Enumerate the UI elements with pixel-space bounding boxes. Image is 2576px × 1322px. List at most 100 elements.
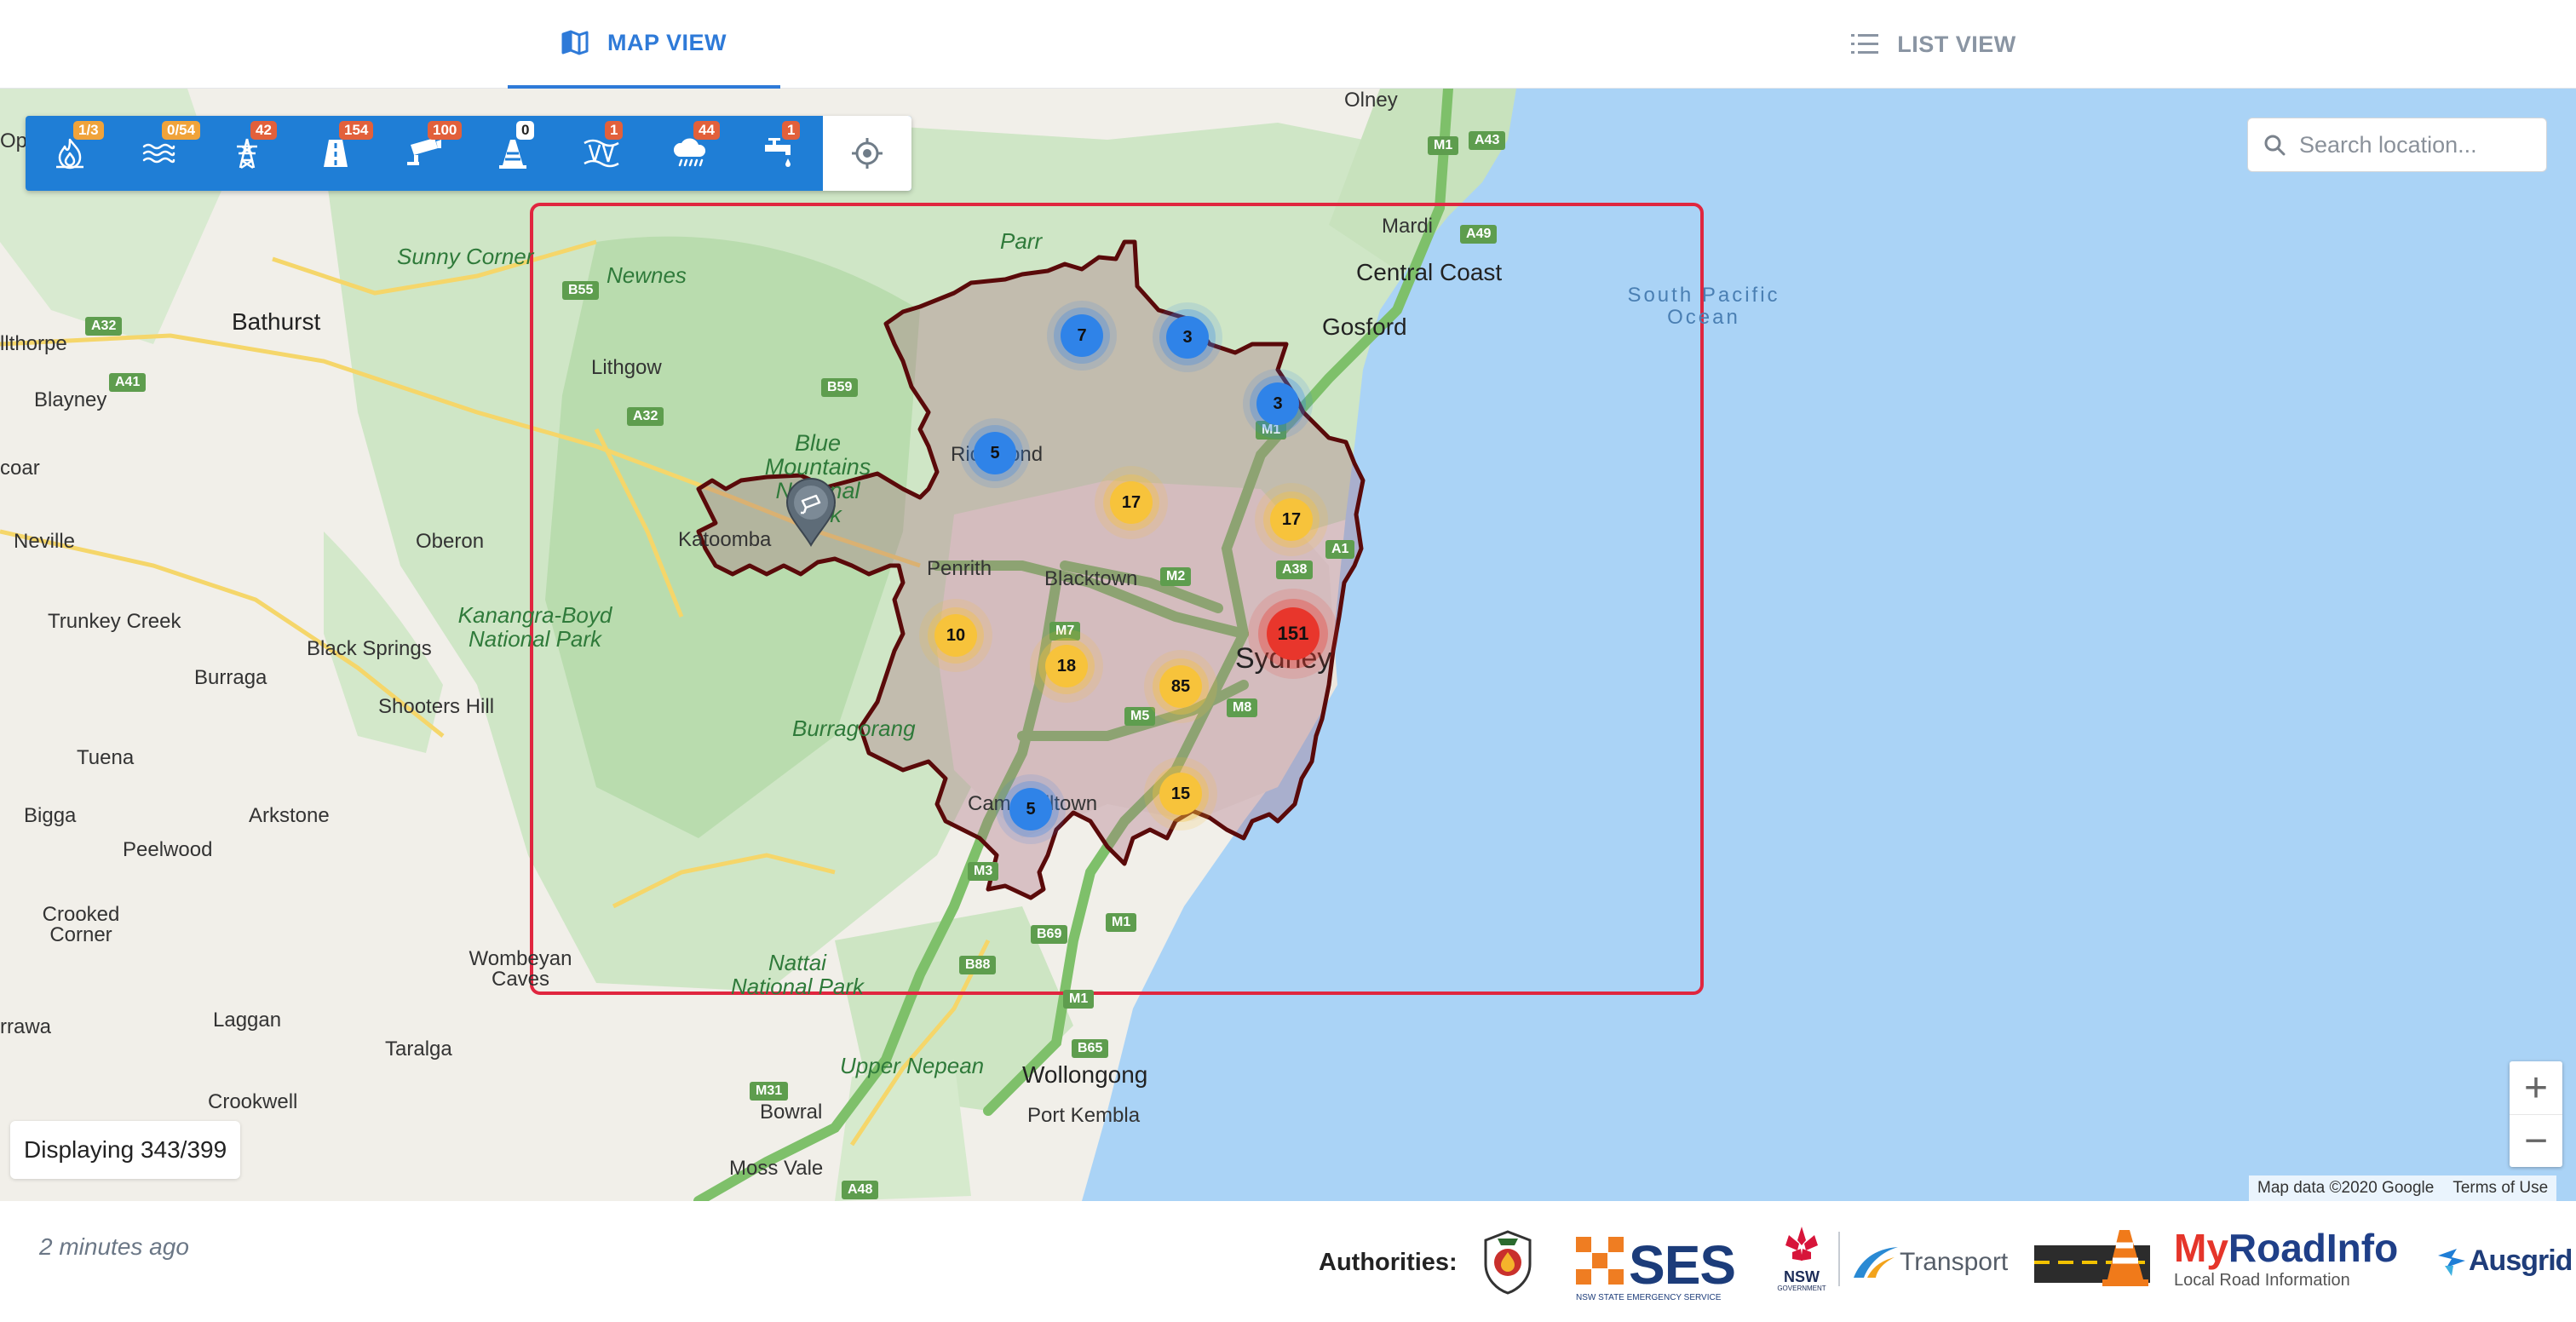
place-crooked-corner: Crooked Corner [42, 903, 120, 946]
filter-power-outage[interactable]: 42 [203, 116, 291, 191]
zoom-out-button[interactable]: − [2510, 1114, 2562, 1167]
location-search[interactable] [2247, 118, 2547, 172]
weather-warning-icon [673, 138, 706, 167]
incident-cluster[interactable]: 5 [974, 432, 1016, 474]
incident-cluster[interactable]: 17 [1110, 481, 1153, 524]
locate-me-button[interactable] [823, 116, 911, 191]
power-outage-icon [237, 138, 257, 170]
place-moss-vale: Moss Vale [729, 1157, 824, 1180]
rfs-logo [1481, 1230, 1535, 1295]
place-wombeyan-caves: Wombeyan Caves [469, 947, 572, 991]
place-gosford: Gosford [1322, 313, 1407, 340]
list-icon [1851, 33, 1879, 55]
road-shield: A32 [627, 407, 664, 426]
place-kanangra-boyd: Kanangra-Boyd National Park [457, 602, 612, 652]
filter-traffic-camera[interactable]: 100 [380, 116, 469, 191]
search-icon [2264, 135, 2286, 156]
filter-count-badge: 100 [428, 121, 463, 140]
incident-cluster[interactable]: 15 [1159, 773, 1202, 815]
filter-count-badge: 1/3 [73, 121, 104, 140]
road-shield: B69 [1031, 925, 1068, 944]
place-oberon: Oberon [416, 530, 485, 553]
place-upper-nepean: Upper Nepean [840, 1053, 985, 1078]
tab-map-view[interactable]: MAP VIEW [508, 0, 780, 89]
map-canvas[interactable]: Sunny Corner Bathurst llthorpe Blayney c… [0, 89, 2576, 1201]
filter-roadwork[interactable]: 0 [469, 116, 557, 191]
road-shield: A43 [1469, 131, 1506, 150]
place-trunkey-creek: Trunkey Creek [48, 610, 181, 633]
nsw-wordmark: NSW [1784, 1268, 1820, 1285]
incident-cluster[interactable]: 17 [1270, 498, 1313, 541]
filter-tsunami[interactable]: 1 [557, 116, 646, 191]
place-coar: coar [0, 457, 40, 480]
incident-cluster[interactable]: 18 [1045, 645, 1088, 687]
tsunami-icon [584, 139, 619, 168]
place-bowral: Bowral [760, 1101, 823, 1124]
place-sunny-corner: Sunny Corner [397, 244, 534, 269]
roadwork-cone-icon [499, 140, 526, 169]
road-closure-icon [324, 140, 348, 167]
last-updated: 2 minutes ago [39, 1233, 189, 1260]
road-shield: B88 [959, 956, 997, 974]
tab-list-view-label: LIST VIEW [1897, 31, 2016, 57]
place-olney: Olney [1344, 89, 1398, 112]
displaying-count: Displaying 343/399 [10, 1121, 241, 1179]
incident-cluster[interactable]: 7 [1061, 314, 1103, 357]
road-cone-icon [2034, 1230, 2150, 1286]
filter-bushfire[interactable]: 1/3 [26, 116, 114, 191]
road-shield: B65 [1072, 1039, 1109, 1058]
incident-cluster[interactable]: 3 [1166, 316, 1209, 359]
crosshair-icon [852, 138, 883, 169]
place-nattai: Nattai National Park [730, 950, 865, 999]
incident-cluster[interactable]: 3 [1256, 382, 1299, 425]
road-shield: A32 [85, 317, 123, 336]
incident-cluster[interactable]: 151 [1267, 607, 1320, 660]
authorities-label: Authorities: [1319, 1249, 1458, 1276]
road-shield: M2 [1160, 567, 1192, 586]
road-shield: M1 [1428, 136, 1459, 155]
incident-cluster[interactable]: 85 [1159, 665, 1202, 708]
filter-count-badge: 1 [782, 121, 801, 140]
incident-cluster[interactable]: 5 [1009, 788, 1052, 831]
traffic-camera-pin[interactable] [784, 477, 838, 551]
flood-icon [142, 143, 175, 164]
myroadinfo-text: MyRoadInfo Local Road Information [2174, 1228, 2398, 1290]
logo-divider [1838, 1232, 1840, 1286]
road-shield: B59 [821, 378, 859, 397]
place-lithgow: Lithgow [591, 356, 662, 379]
place-newnes: Newnes [607, 262, 687, 288]
transport-swoosh-icon [1854, 1247, 1898, 1278]
road-shield: A38 [1276, 560, 1314, 579]
zoom-in-button[interactable]: + [2510, 1061, 2562, 1114]
road-shield: A49 [1460, 225, 1498, 244]
myroadinfo-my: My [2174, 1226, 2228, 1270]
filter-weather-warning[interactable]: 44 [646, 116, 734, 191]
road-shield: A41 [109, 373, 147, 392]
place-parr: Parr [1000, 228, 1043, 254]
place-peelwood: Peelwood [123, 838, 213, 861]
myroadinfo-subtitle: Local Road Information [2174, 1271, 2350, 1290]
place-taralga: Taralga [385, 1037, 452, 1060]
filter-road-closure[interactable]: 154 [291, 116, 380, 191]
filter-count-badge: 44 [693, 121, 720, 140]
filter-flood[interactable]: 0/54 [114, 116, 203, 191]
ses-wordmark: SES [1629, 1234, 1736, 1296]
incident-filter-toolbar: 1/3 0/54 42 154 100 0 1 44 1 [26, 116, 911, 191]
water-outage-icon [765, 138, 791, 167]
place-neville: Neville [14, 530, 76, 553]
road-shield: A48 [842, 1181, 879, 1199]
place-mardi: Mardi [1382, 215, 1434, 238]
transport-logo: Transport [1852, 1244, 2008, 1281]
tab-list-view[interactable]: LIST VIEW [1797, 0, 2070, 89]
search-input[interactable] [2299, 131, 2538, 158]
filter-count-badge: 0 [516, 121, 535, 140]
place-llthorpe: llthorpe [0, 332, 67, 355]
place-blayney: Blayney [34, 388, 107, 411]
filter-water-outage[interactable]: 1 [734, 116, 823, 191]
ses-logo: SES NSW STATE EMERGENCY SERVICE [1576, 1227, 1746, 1303]
place-burraga: Burraga [194, 666, 267, 689]
myroadinfo-logo [2034, 1227, 2150, 1291]
terms-of-use-link[interactable]: Terms of Use [2452, 1179, 2548, 1198]
road-shield: M8 [1227, 698, 1258, 717]
incident-cluster[interactable]: 10 [934, 614, 977, 657]
